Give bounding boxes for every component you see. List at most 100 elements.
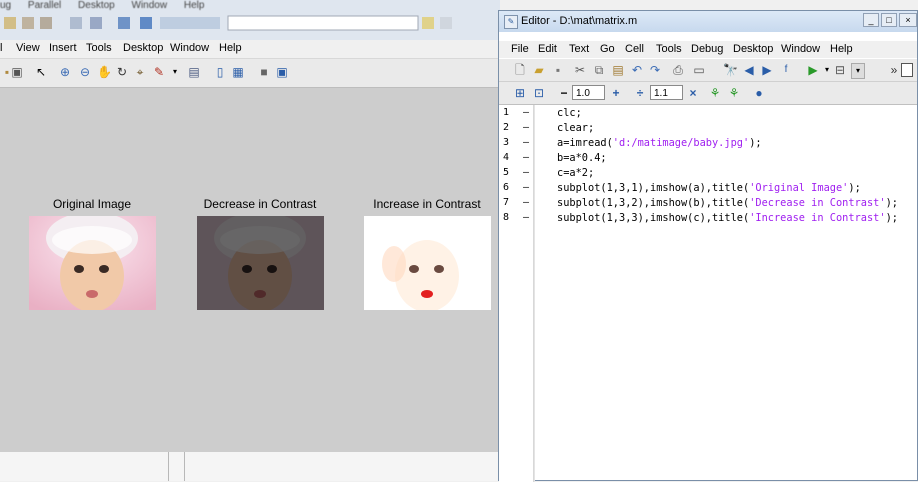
code-token: b=a*0.4; — [557, 152, 607, 164]
desktop-bottom-panel — [0, 452, 500, 481]
dock-button[interactable] — [901, 63, 913, 77]
show-plot-tools-icon[interactable]: ▣ — [275, 65, 289, 79]
string-literal: 'Original Image' — [749, 182, 849, 194]
copy-icon[interactable]: ⧉ — [592, 63, 606, 77]
help-icon[interactable]: ● — [752, 86, 766, 100]
insert-cell-icon[interactable]: ⊞ — [513, 86, 527, 100]
decrement-button[interactable]: − — [557, 86, 571, 100]
code-line[interactable]: clear; — [557, 122, 594, 134]
minimize-button[interactable]: _ — [863, 13, 879, 27]
cut-icon[interactable]: ✂ — [573, 63, 587, 77]
string-literal: 'Decrease in Contrast' — [749, 197, 886, 209]
maximize-button[interactable]: □ — [881, 13, 897, 27]
editor-window: ✎ Editor - D:\mat\matrix.m _ □ × File Ed… — [498, 10, 918, 482]
find-icon[interactable]: 🔭 — [723, 63, 738, 77]
code-line[interactable]: subplot(1,3,1),imshow(a),title('Original… — [557, 182, 861, 194]
background-toolbar — [0, 13, 500, 35]
divide-value-field[interactable]: 1.1 — [650, 85, 683, 100]
code-token: ); — [749, 137, 762, 149]
brush-dropdown-icon[interactable]: ▾ — [168, 65, 182, 79]
divide-button[interactable]: ÷ — [633, 86, 647, 100]
back-icon[interactable]: ◀ — [742, 63, 756, 77]
pointer-icon[interactable]: ↖ — [34, 65, 48, 79]
multiply-button[interactable]: × — [686, 86, 700, 100]
menu-desktop[interactable]: Desktop — [733, 43, 773, 55]
figure-toolbar: ▪ ▣ ↖ ⊕ ⊖ ✋ ↻ ⌖ ✎ ▾ ▤ ▯ ▦ ■ ▣ — [0, 59, 500, 88]
decreased-contrast-image — [197, 212, 324, 312]
menu-cell[interactable]: Cell — [625, 43, 644, 55]
menu-file[interactable]: l — [0, 42, 2, 54]
zoom-in-icon[interactable]: ⊕ — [58, 65, 72, 79]
redo-icon[interactable]: ↷ — [648, 63, 662, 77]
forward-icon[interactable]: ▶ — [760, 63, 774, 77]
original-image — [29, 212, 156, 312]
decrement-value-field[interactable]: 1.0 — [572, 85, 605, 100]
zoom-out-icon[interactable]: ⊖ — [78, 65, 92, 79]
menu-tools[interactable]: Tools — [656, 43, 682, 55]
evaluate-cell-icon[interactable]: ⚘ — [708, 86, 722, 100]
code-token: ); — [885, 212, 898, 224]
cell-mode-icon[interactable]: ⊡ — [532, 86, 546, 100]
find-files-icon[interactable]: ▭ — [692, 63, 706, 77]
string-literal: 'Increase in Contrast' — [749, 212, 886, 224]
editor-app-icon: ✎ — [504, 15, 518, 29]
brush-icon[interactable]: ✎ — [152, 65, 166, 79]
menu-help[interactable]: Help — [219, 42, 242, 54]
menu-window[interactable]: Window — [170, 42, 209, 54]
menu-help[interactable]: Help — [830, 43, 853, 55]
increased-contrast-image — [364, 216, 491, 312]
new-file-icon[interactable]: 🗋 — [513, 63, 527, 77]
close-button[interactable]: × — [899, 13, 917, 27]
menu-insert[interactable]: Insert — [49, 42, 77, 54]
breakpoint-icon[interactable]: ⊟ — [833, 63, 847, 77]
hide-plot-tools-icon[interactable]: ■ — [257, 65, 271, 79]
menu-go[interactable]: Go — [600, 43, 615, 55]
colorbar-icon[interactable]: ▯ — [213, 65, 227, 79]
pan-icon[interactable]: ✋ — [97, 65, 112, 79]
evaluate-advance-icon[interactable]: ⚘ — [727, 86, 741, 100]
menu-tools[interactable]: Tools — [86, 42, 112, 54]
stack-dropdown-icon[interactable]: ▾ — [851, 63, 865, 79]
undo-icon[interactable]: ↶ — [630, 63, 644, 77]
bg-menu-item: ug — [0, 0, 12, 11]
code-token: c=a*2; — [557, 167, 595, 179]
menu-file[interactable]: File — [511, 43, 529, 55]
code-line[interactable]: subplot(1,3,2),imshow(b),title('Decrease… — [557, 197, 898, 209]
code-line[interactable]: c=a*2; — [557, 167, 594, 179]
bg-menu-item: Parallel — [27, 0, 62, 11]
code-token: subplot(1,3,3),imshow(c),title( — [557, 212, 750, 224]
code-line[interactable]: a=imread('d:/matimage/baby.jpg'); — [557, 137, 762, 149]
bg-menu-item: Desktop — [78, 0, 115, 11]
axes-title-increase: Increase in Contrast — [373, 197, 481, 211]
run-dropdown-icon[interactable]: ▾ — [820, 63, 834, 77]
function-icon[interactable]: f — [779, 63, 793, 77]
open-file-icon[interactable]: ▰ — [532, 63, 546, 77]
cell-toolbar: ⊞ ⊡ − 1.0 + ÷ 1.1 × ⚘ ⚘ ● — [499, 82, 917, 105]
increment-button[interactable]: + — [609, 86, 623, 100]
menu-window[interactable]: Window — [781, 43, 820, 55]
editor-titlebar[interactable]: ✎ Editor - D:\mat\matrix.m _ □ × — [499, 11, 917, 32]
code-line[interactable]: subplot(1,3,3),imshow(c),title('Increase… — [557, 212, 898, 224]
code-editor[interactable]: clc; clear; a=imread('d:/matimage/baby.jpg… — [499, 105, 917, 482]
editor-menubar: File Edit Text Go Cell Tools Debug Deskt… — [499, 41, 917, 58]
menu-debug[interactable]: Debug — [691, 43, 723, 55]
save-icon[interactable]: ▪ — [551, 63, 565, 77]
code-token: subplot(1,3,2),imshow(b),title( — [557, 197, 750, 209]
menu-view[interactable]: View — [16, 42, 40, 54]
code-token: subplot(1,3,1),imshow(a),title( — [557, 182, 750, 194]
code-line[interactable]: clc; — [557, 107, 582, 119]
axes-title-decrease: Decrease in Contrast — [203, 197, 317, 211]
menu-text[interactable]: Text — [569, 43, 589, 55]
legend-icon[interactable]: ▦ — [231, 65, 245, 79]
menu-edit[interactable]: Edit — [538, 43, 557, 55]
rotate-icon[interactable]: ↻ — [115, 65, 129, 79]
data-cursor-icon[interactable]: ⌖ — [133, 65, 147, 79]
print-icon[interactable]: ⎙ — [671, 63, 685, 77]
run-icon[interactable]: ▶ — [806, 63, 820, 77]
code-line[interactable]: b=a*0.4; — [557, 152, 607, 164]
more-tools-icon[interactable]: » — [887, 63, 901, 77]
link-plot-icon[interactable]: ▤ — [187, 65, 201, 79]
print-icon[interactable]: ▣ — [10, 65, 24, 79]
menu-desktop[interactable]: Desktop — [123, 42, 163, 54]
paste-icon[interactable]: ▤ — [611, 63, 625, 77]
